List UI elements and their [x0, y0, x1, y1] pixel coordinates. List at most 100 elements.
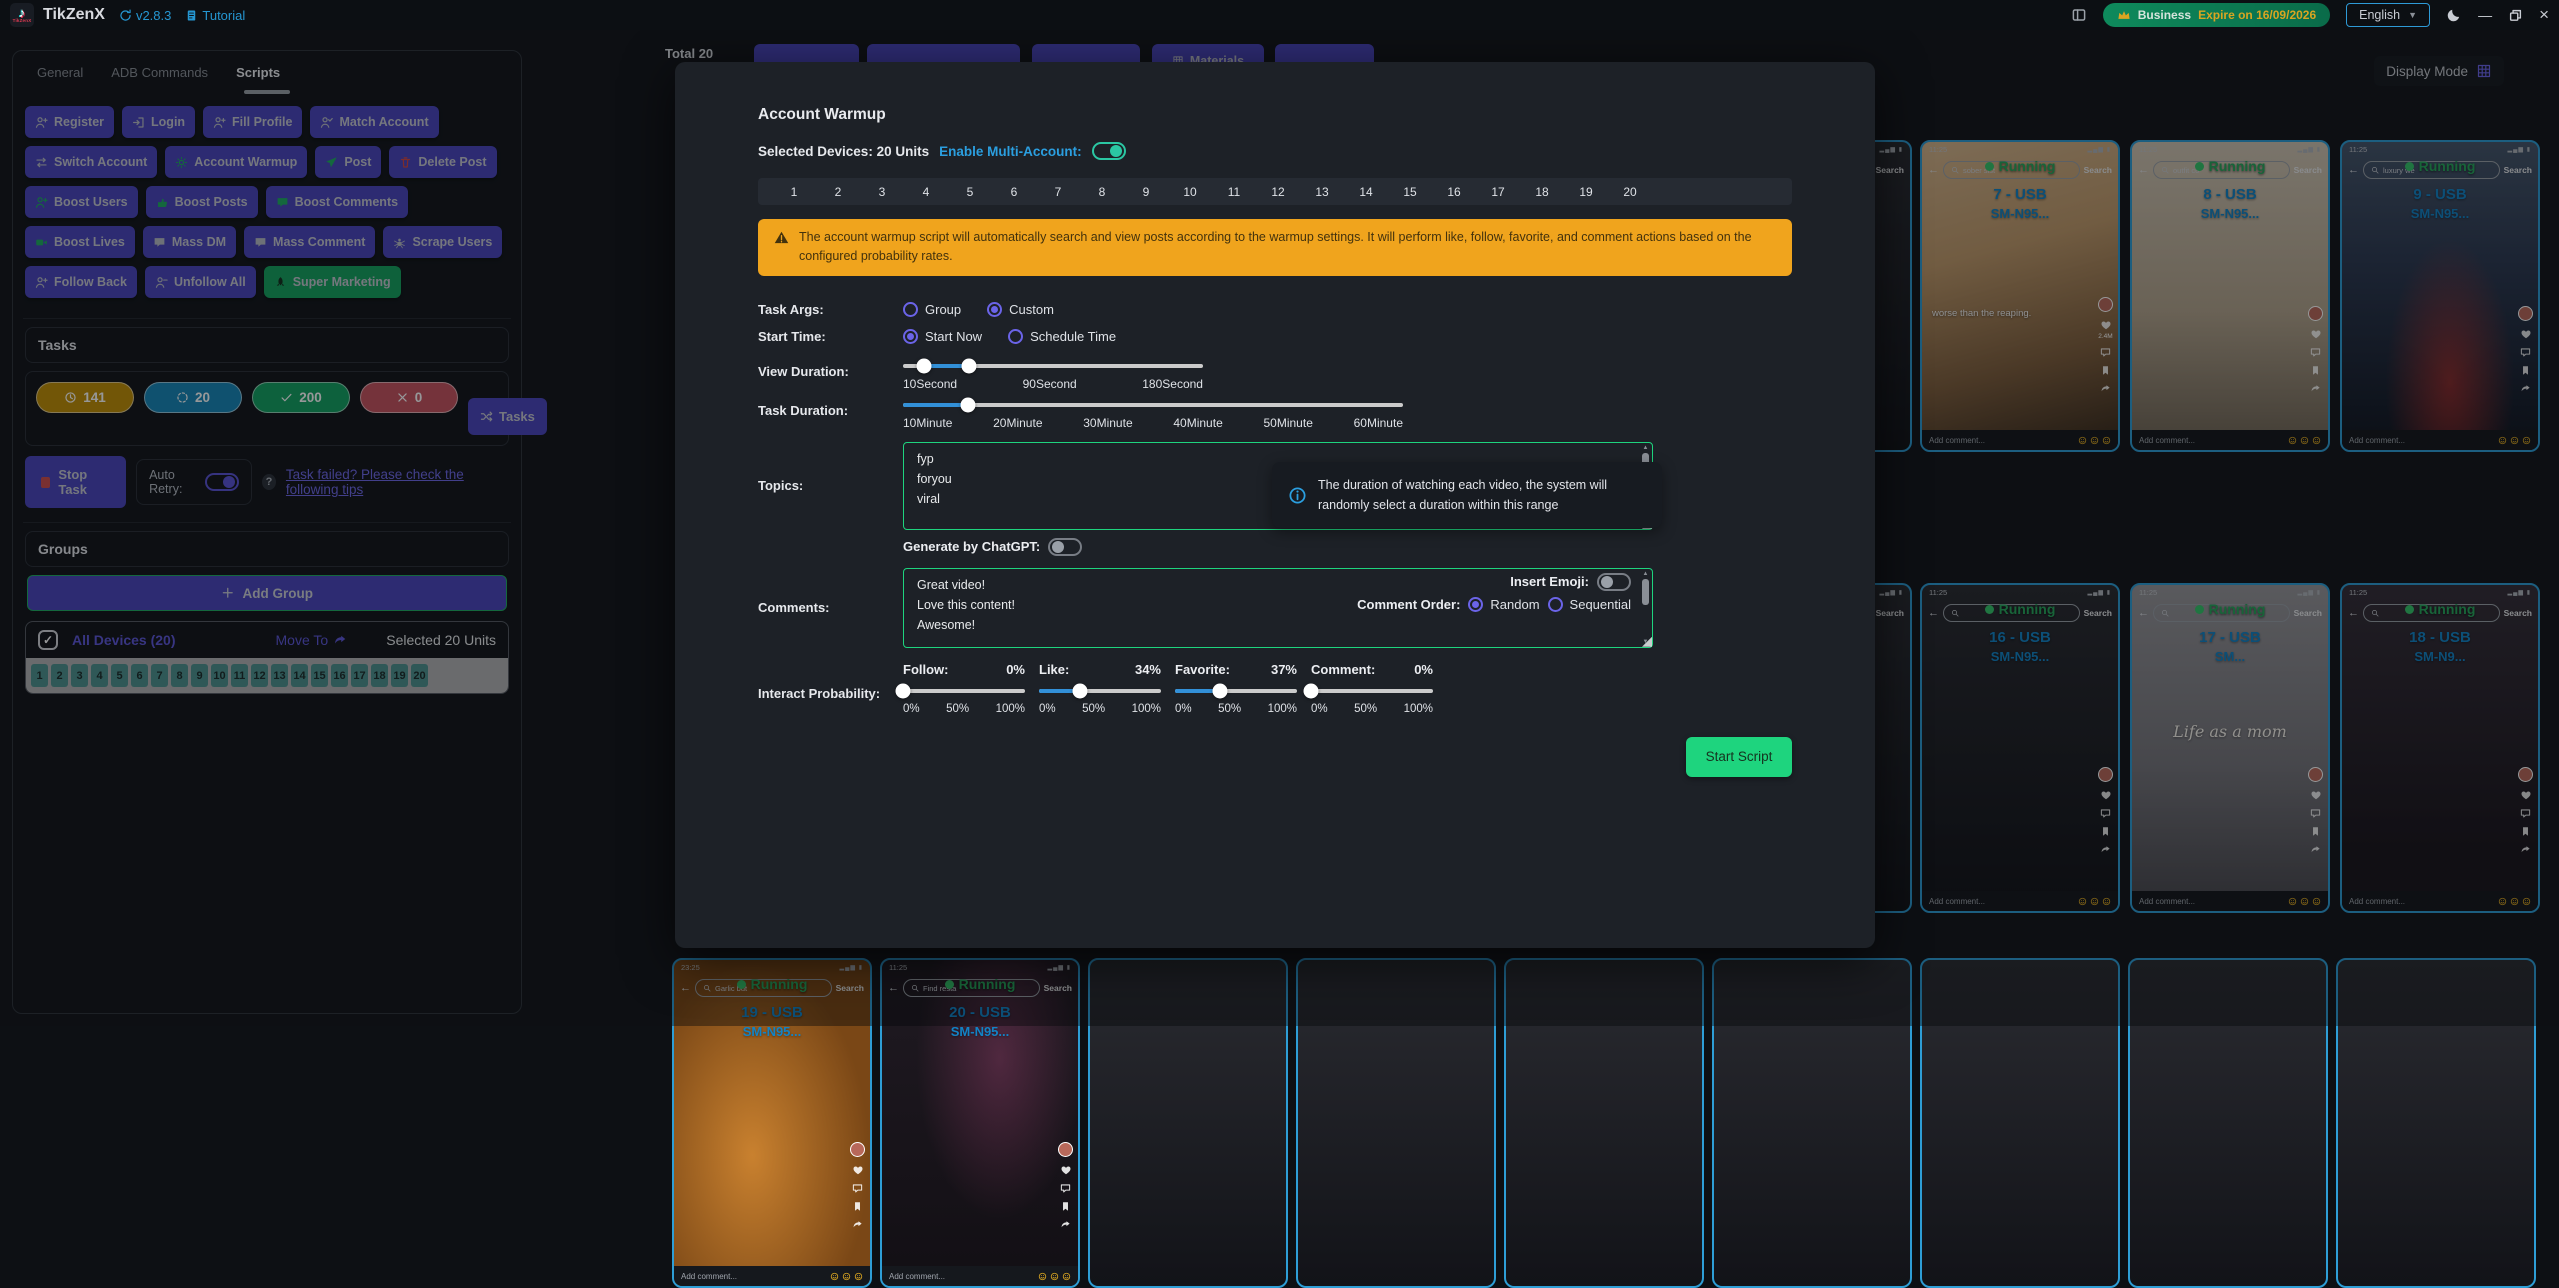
avatar[interactable]	[850, 1142, 865, 1157]
minimize-button[interactable]: —	[2478, 7, 2492, 23]
device-number-4[interactable]: 4	[904, 185, 948, 199]
device-number-11[interactable]: 11	[1212, 185, 1256, 199]
device-number-18[interactable]: 18	[1520, 185, 1564, 199]
share-arrow-icon	[1060, 1219, 1071, 1230]
view-duration-slider[interactable]: 10Second90Second180Second	[903, 364, 1203, 391]
slider-handle[interactable]	[961, 397, 976, 412]
app-title: TikZenX	[43, 6, 105, 24]
slider-track[interactable]	[1039, 689, 1161, 693]
device-number-12[interactable]: 12	[1256, 185, 1300, 199]
radio-icon[interactable]	[903, 329, 918, 344]
comment-bar[interactable]: Add comment...	[882, 1266, 1078, 1286]
document-icon	[185, 9, 198, 22]
chevron-down-icon: ▼	[2408, 10, 2417, 20]
task-duration-label: Task Duration:	[758, 403, 903, 418]
slider-track[interactable]	[1175, 689, 1297, 693]
share-arrow-icon	[852, 1219, 863, 1230]
close-button[interactable]: ×	[2539, 5, 2549, 25]
device-number-13[interactable]: 13	[1300, 185, 1344, 199]
slider-handle[interactable]	[1073, 683, 1088, 698]
license-expiry: Expire on 16/09/2026	[2198, 8, 2316, 22]
insert-emoji-toggle[interactable]	[1597, 573, 1631, 591]
bookmark-icon	[852, 1201, 863, 1212]
slider-handle[interactable]	[896, 683, 911, 698]
selected-devices-label: Selected Devices: 20 Units	[758, 144, 929, 159]
comment-o-icon	[852, 1183, 863, 1194]
tutorial-link[interactable]: Tutorial	[185, 8, 245, 23]
radio-icon[interactable]	[987, 302, 1002, 317]
slider-track[interactable]	[1311, 689, 1433, 693]
tick-label: 20Minute	[993, 416, 1042, 430]
device-number-3[interactable]: 3	[860, 185, 904, 199]
version-refresh[interactable]: v2.8.3	[119, 8, 171, 23]
interact-slider-comment: Comment:0% 0%50%100%	[1311, 662, 1433, 715]
device-number-7[interactable]: 7	[1036, 185, 1080, 199]
radio-custom[interactable]: Custom	[987, 302, 1054, 317]
bookmark-icon	[1060, 1201, 1071, 1212]
license-plan: Business	[2138, 8, 2191, 22]
slider-handle[interactable]	[917, 358, 932, 373]
device-number-20[interactable]: 20	[1608, 185, 1652, 199]
comment-bar[interactable]: Add comment...	[674, 1266, 870, 1286]
video-action-stack	[1058, 1142, 1073, 1230]
radio-icon[interactable]	[1548, 597, 1563, 612]
radio-schedule-time[interactable]: Schedule Time	[1008, 329, 1116, 344]
comment-o-icon	[1060, 1183, 1071, 1194]
scrollbar[interactable]: ▲▼	[1640, 571, 1651, 645]
multi-account-toggle[interactable]	[1092, 142, 1126, 160]
slider-handle[interactable]	[1304, 683, 1319, 698]
heart-icon	[1060, 1164, 1072, 1176]
tick-label: 60Minute	[1354, 416, 1403, 430]
warning-icon	[774, 230, 789, 245]
chatgpt-toggle[interactable]	[1048, 538, 1082, 556]
start-script-button[interactable]: Start Script	[1686, 737, 1792, 777]
interact-slider-favorite: Favorite:37% 0%50%100%	[1175, 662, 1297, 715]
device-number-17[interactable]: 17	[1476, 185, 1520, 199]
comments-label: Comments:	[758, 600, 903, 615]
app-workspace: GeneralADB CommandsScripts Register Logi…	[0, 30, 2559, 1026]
task-duration-slider[interactable]: 10Minute20Minute30Minute40Minute50Minute…	[903, 403, 1403, 430]
panel-toggle-icon[interactable]	[2071, 7, 2087, 23]
interact-value: 0%	[1414, 662, 1433, 677]
interact-slider-follow: Follow:0% 0%50%100%	[903, 662, 1025, 715]
slider-handle[interactable]	[962, 358, 977, 373]
modal-title: Account Warmup	[758, 106, 1792, 124]
restore-button[interactable]	[2508, 8, 2523, 23]
radio-random[interactable]: Random	[1468, 597, 1539, 612]
tick-label: 30Minute	[1083, 416, 1132, 430]
device-number-14[interactable]: 14	[1344, 185, 1388, 199]
license-badge[interactable]: Business Expire on 16/09/2026	[2103, 3, 2330, 27]
radio-icon[interactable]	[1008, 329, 1023, 344]
radio-group[interactable]: Group	[903, 302, 961, 317]
device-number-9[interactable]: 9	[1124, 185, 1168, 199]
dark-mode-toggle[interactable]	[2446, 7, 2462, 23]
interact-probability-label: Interact Probability:	[758, 662, 903, 701]
radio-icon[interactable]	[903, 302, 918, 317]
task-args-label: Task Args:	[758, 302, 903, 317]
radio-icon[interactable]	[1468, 597, 1483, 612]
chatgpt-label: Generate by ChatGPT:	[903, 539, 1040, 554]
interact-slider-like: Like:34% 0%50%100%	[1039, 662, 1161, 715]
titlebar: ♪ TikZenX TikZenX v2.8.3 Tutorial Busine…	[0, 0, 2559, 30]
device-number-6[interactable]: 6	[992, 185, 1036, 199]
heart-icon	[852, 1164, 864, 1176]
version-label: v2.8.3	[136, 8, 171, 23]
radio-sequential[interactable]: Sequential	[1548, 597, 1631, 612]
device-number-15[interactable]: 15	[1388, 185, 1432, 199]
device-number-2[interactable]: 2	[816, 185, 860, 199]
device-number-19[interactable]: 19	[1564, 185, 1608, 199]
device-number-10[interactable]: 10	[1168, 185, 1212, 199]
radio-start-now[interactable]: Start Now	[903, 329, 982, 344]
device-model: SM-N95...	[674, 1024, 870, 1039]
slider-handle[interactable]	[1213, 683, 1228, 698]
device-number-16[interactable]: 16	[1432, 185, 1476, 199]
device-number-5[interactable]: 5	[948, 185, 992, 199]
device-number-strip: 1234567891011121314151617181920	[758, 178, 1792, 205]
language-select[interactable]: English ▼	[2346, 3, 2430, 27]
avatar[interactable]	[1058, 1142, 1073, 1157]
device-number-1[interactable]: 1	[772, 185, 816, 199]
slider-track[interactable]	[903, 689, 1025, 693]
device-number-8[interactable]: 8	[1080, 185, 1124, 199]
tiktok-note-icon: ♪	[19, 7, 26, 18]
comment-order-label: Comment Order:	[1357, 597, 1460, 612]
